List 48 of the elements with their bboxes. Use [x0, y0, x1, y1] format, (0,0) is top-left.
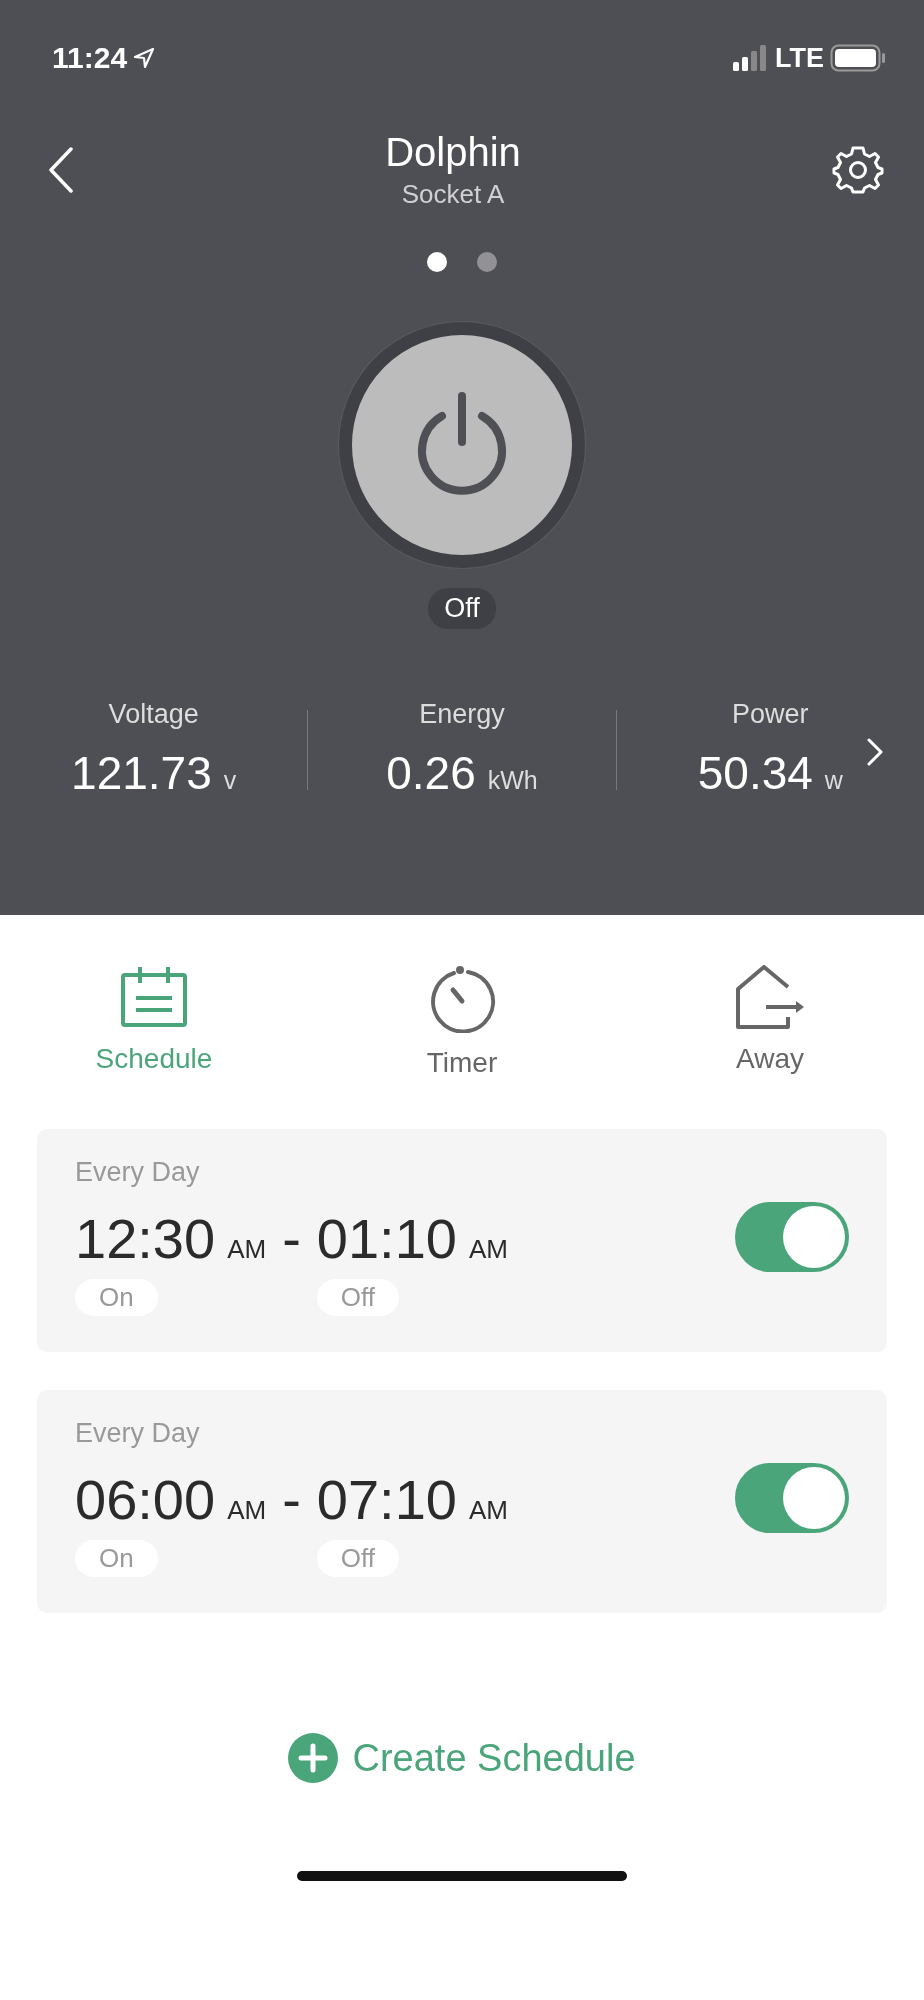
stat-value: 0.26 [386, 746, 476, 800]
start-time: 06:00 [75, 1467, 216, 1532]
signal-icon [733, 45, 769, 71]
chevron-right-icon[interactable] [866, 737, 884, 767]
stat-unit: v [223, 766, 237, 795]
stat-value: 121.73 [71, 746, 212, 800]
repeat-label: Every Day [75, 1157, 201, 1188]
location-arrow-icon [133, 47, 156, 69]
stopwatch-icon [428, 965, 496, 1033]
start-period: AM [227, 1234, 267, 1265]
house-exit-icon [734, 965, 806, 1029]
repeat-label: Every Day [75, 1418, 201, 1449]
start-time: 12:30 [75, 1206, 216, 1271]
mode-tab[interactable]: Schedule [0, 965, 308, 1079]
back-icon[interactable] [48, 147, 74, 193]
device-title: Dolphin [385, 130, 521, 175]
time-separator: - [282, 1467, 301, 1532]
time-separator: - [282, 1206, 301, 1271]
page-dot[interactable] [427, 252, 447, 272]
stat-unit: kWh [487, 766, 538, 795]
end-time: 01:10 [316, 1206, 457, 1271]
power-state-label: Off [428, 588, 496, 629]
stat-unit: w [824, 766, 843, 795]
action-tag: Off [316, 1279, 399, 1316]
action-tag: On [75, 1279, 158, 1316]
schedule-card[interactable]: Every Day 12:30 AM On - 01:10 AM Off [37, 1129, 887, 1352]
stat-label: Energy [419, 699, 505, 730]
plus-icon [288, 1733, 339, 1783]
page-dot[interactable] [477, 252, 497, 272]
create-schedule-button[interactable]: Create Schedule [288, 1733, 636, 1783]
end-period: AM [468, 1234, 508, 1265]
action-tag: Off [316, 1540, 399, 1577]
start-period: AM [227, 1495, 267, 1526]
device-subtitle: Socket A [401, 179, 505, 210]
network-label: LTE [775, 42, 824, 74]
mode-tab[interactable]: Timer [308, 965, 616, 1079]
stat-label: Voltage [108, 699, 199, 730]
mode-tab[interactable]: Away [616, 965, 924, 1079]
calendar-icon [120, 965, 188, 1029]
settings-icon[interactable] [832, 144, 884, 196]
end-time: 07:10 [316, 1467, 457, 1532]
stat-label: Power [732, 699, 809, 730]
schedule-card[interactable]: Every Day 06:00 AM On - 07:10 AM Off [37, 1390, 887, 1613]
battery-icon [830, 44, 886, 72]
end-period: AM [468, 1495, 508, 1526]
action-tag: On [75, 1540, 158, 1577]
status-time: 11:24 [52, 41, 128, 75]
stat-value: 50.34 [697, 746, 813, 800]
